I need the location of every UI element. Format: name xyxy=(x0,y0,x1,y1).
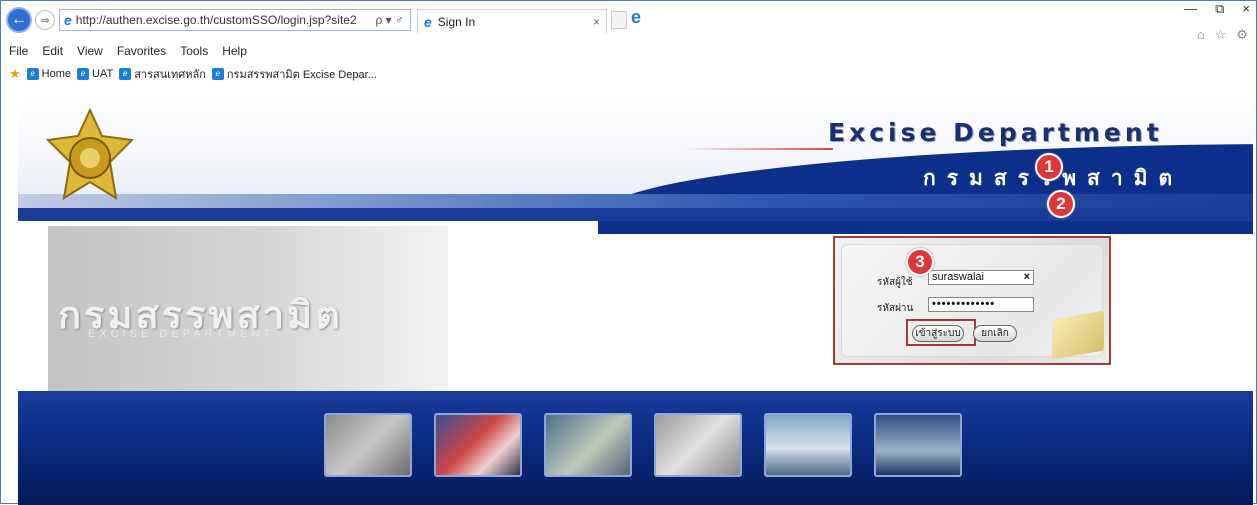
favorite-link-main-info[interactable]: e สารสนเทศหลัก xyxy=(119,65,206,83)
excise-login-page: Excise Department กรมสรรพสามิต กรมสรรพสา… xyxy=(18,96,1253,505)
password-input[interactable]: ••••••••••••• xyxy=(928,297,1034,312)
step-badge-2: 2 xyxy=(1047,190,1075,218)
ie-fav-icon: e xyxy=(26,68,39,80)
thumb-lottery-image xyxy=(654,413,742,477)
password-label: รหัสผ่าน xyxy=(877,303,914,314)
new-tab-button[interactable] xyxy=(611,11,627,29)
thumb-cards-image xyxy=(434,413,522,477)
site-title-en: Excise Department xyxy=(828,118,1163,147)
clear-icon[interactable]: × xyxy=(1024,271,1030,284)
favorites-star-icon[interactable]: ★ xyxy=(9,66,21,82)
thumb-yacht-image xyxy=(874,413,962,477)
close-icon[interactable]: × xyxy=(1242,1,1250,17)
ie-fav-icon: e xyxy=(119,68,132,80)
menu-favorites[interactable]: Favorites xyxy=(117,44,166,62)
step-badge-3: 3 xyxy=(906,248,934,276)
tab-ie-icon: e xyxy=(424,13,432,30)
menu-file[interactable]: File xyxy=(9,44,28,62)
favorite-link-home[interactable]: e Home xyxy=(26,68,71,80)
username-value: suraswalai xyxy=(932,271,984,283)
favorites-star-icon[interactable]: ☆ xyxy=(1215,27,1227,43)
menu-tools[interactable]: Tools xyxy=(180,44,208,62)
ie-fav-icon: e xyxy=(77,68,89,80)
thumb-cars-image xyxy=(324,413,412,477)
banner-red-line xyxy=(683,148,833,150)
cancel-button[interactable]: ยกเลิก xyxy=(973,325,1017,342)
thumb-harbor-image xyxy=(764,413,852,477)
favorite-link-excise[interactable]: e กรมสรรพสามิต Excise Depar... xyxy=(211,65,377,83)
gold-bars-image xyxy=(1052,310,1104,360)
menu-view[interactable]: View xyxy=(77,44,103,62)
tab-title: Sign In xyxy=(437,14,476,29)
step-badge-1: 1 xyxy=(1035,153,1063,181)
address-url: http://authen.excise.go.th/customSSO/log… xyxy=(75,13,357,27)
login-panel: รหัสผู้ใช้ suraswalai × รหัสผ่าน •••••••… xyxy=(841,244,1104,360)
tab-close-icon[interactable]: × xyxy=(593,15,600,29)
home-icon[interactable]: ⌂ xyxy=(1197,27,1205,43)
toolbar-right-icons: ⌂ ☆ ⚙ xyxy=(1197,27,1248,43)
ie-fav-icon: e xyxy=(211,68,224,80)
username-label: รหัสผู้ใช้ xyxy=(877,277,913,288)
favorites-bar: ★ e Home e UAT e สารสนเทศหลัก e กรมสรรพสามิต… xyxy=(1,63,377,85)
menu-help[interactable]: Help xyxy=(222,44,247,62)
minimize-icon[interactable]: — xyxy=(1184,1,1197,17)
ie-page-icon: e xyxy=(64,12,72,28)
settings-gear-icon[interactable]: ⚙ xyxy=(1236,27,1248,43)
username-input[interactable]: suraswalai × xyxy=(928,270,1034,285)
browser-toolbar: ← ⇒ e http://authen.excise.go.th/customS… xyxy=(1,1,1256,42)
thumbnail-strip xyxy=(324,413,962,477)
photo-sign-subtext: EXCISE DEPARTMENT xyxy=(88,328,275,340)
thumb-money-image xyxy=(544,413,632,477)
favorite-link-uat[interactable]: e UAT xyxy=(77,68,113,80)
address-controls[interactable]: ρ ▾ ♂ xyxy=(375,13,404,27)
menu-edit[interactable]: Edit xyxy=(42,44,63,62)
window-controls: — ⧉ × xyxy=(1184,1,1250,17)
browser-tab[interactable]: e Sign In × xyxy=(417,9,607,33)
forward-button[interactable]: ⇒ xyxy=(35,10,55,30)
login-button[interactable]: เข้าสู่ระบบ xyxy=(912,325,964,342)
menu-bar: File Edit View Favorites Tools Help xyxy=(1,44,247,62)
excise-seal-logo xyxy=(45,107,135,201)
browser-window: ← ⇒ e http://authen.excise.go.th/customS… xyxy=(0,0,1257,505)
login-box: รหัสผู้ใช้ suraswalai × รหัสผ่าน •••••••… xyxy=(833,236,1111,365)
restore-icon[interactable]: ⧉ xyxy=(1215,1,1224,17)
edge-icon[interactable]: e xyxy=(631,7,641,28)
address-bar[interactable]: e http://authen.excise.go.th/customSSO/l… xyxy=(59,9,411,31)
back-button[interactable]: ← xyxy=(6,7,32,33)
